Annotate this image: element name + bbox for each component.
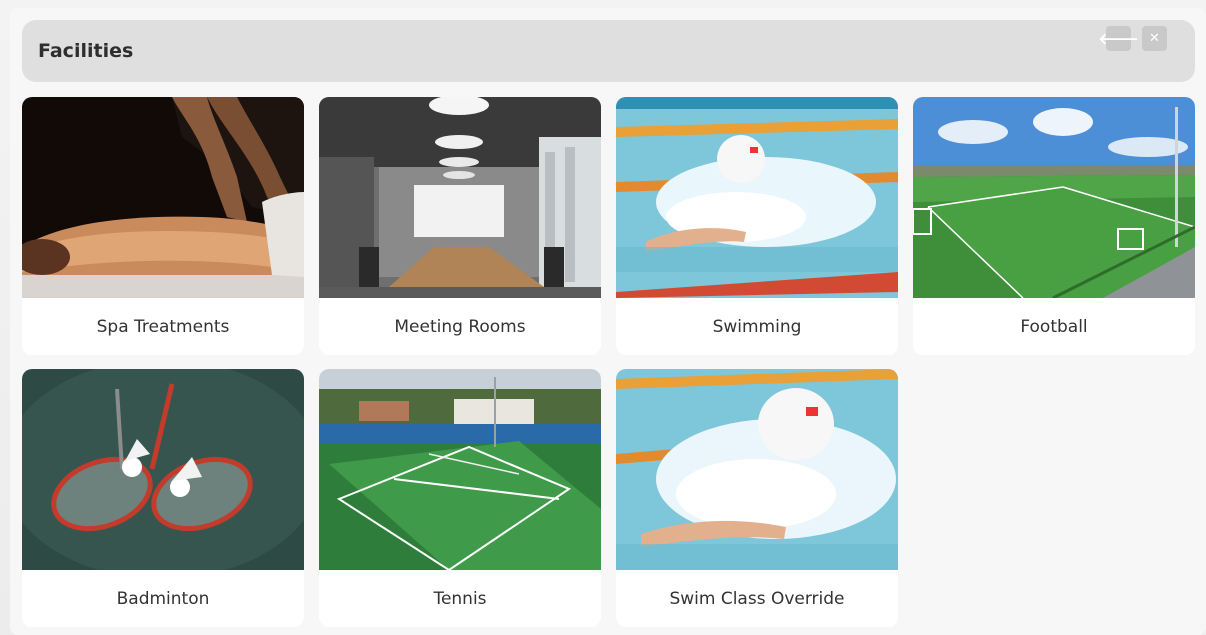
back-button[interactable]: 🡐 (1098, 26, 1139, 51)
arrow-left-icon: 🡐 (1098, 30, 1139, 48)
facility-card-swim-class-override[interactable]: Swim Class Override (616, 369, 898, 627)
close-icon: ✕ (1149, 31, 1160, 46)
facility-card-tennis[interactable]: Tennis (319, 369, 601, 627)
swimmer-closeup-photo (616, 369, 898, 570)
facility-label: Football (1020, 316, 1088, 337)
spa-massage-photo (22, 97, 304, 298)
swimmer-photo (616, 97, 898, 298)
facility-card-swimming[interactable]: Swimming (616, 97, 898, 355)
badminton-rackets-photo (22, 369, 304, 570)
modal-header: Facilities (22, 20, 1195, 82)
facility-label: Swimming (712, 316, 802, 337)
meeting-room-photo (319, 97, 601, 298)
facility-label: Badminton (116, 588, 210, 609)
modal-title: Facilities (38, 40, 134, 62)
football-pitch-photo (913, 97, 1195, 298)
facility-label: Spa Treatments (96, 316, 230, 337)
facility-card-football[interactable]: Football (913, 97, 1195, 355)
close-button[interactable]: ✕ (1142, 26, 1167, 51)
facilities-modal: Facilities 🡐 ✕ Spa Treatments Meeting Ro… (10, 8, 1206, 635)
facility-card-meeting-rooms[interactable]: Meeting Rooms (319, 97, 601, 355)
facility-label: Swim Class Override (669, 588, 845, 609)
tennis-court-photo (319, 369, 601, 570)
facility-card-spa-treatments[interactable]: Spa Treatments (22, 97, 304, 355)
facility-card-badminton[interactable]: Badminton (22, 369, 304, 627)
facility-label: Meeting Rooms (394, 316, 526, 337)
facility-label: Tennis (433, 588, 487, 609)
